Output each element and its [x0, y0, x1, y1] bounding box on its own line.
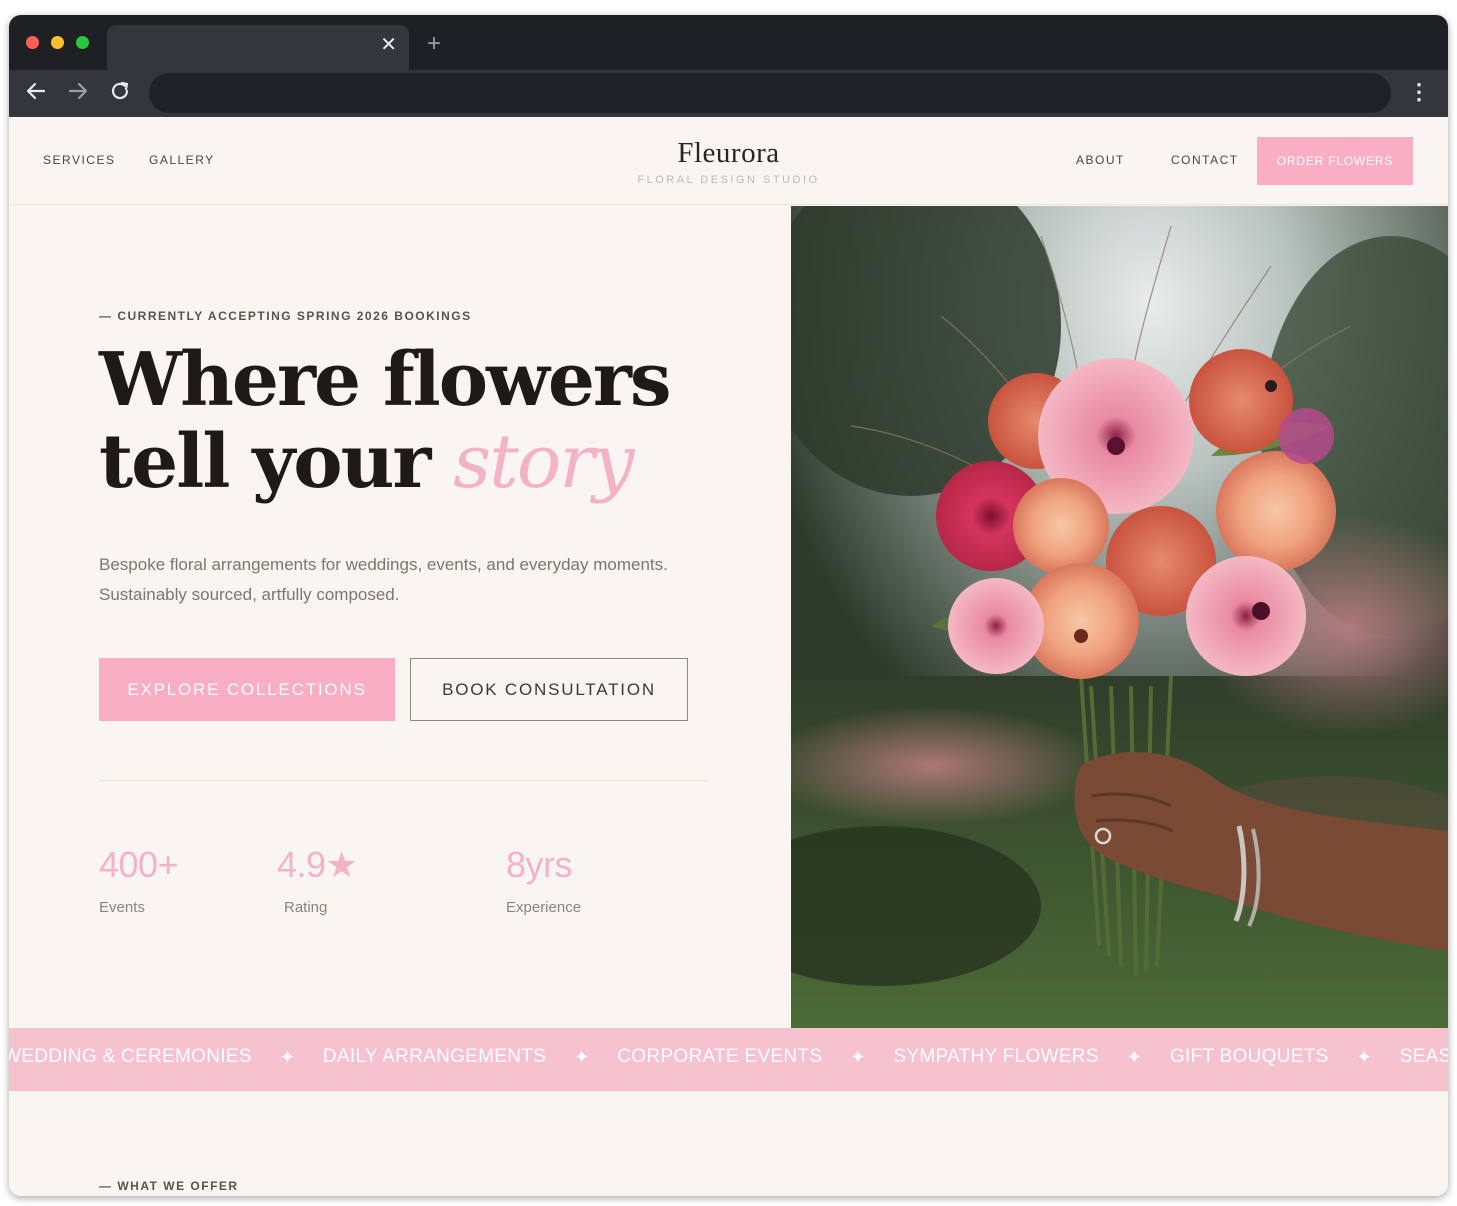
marquee-item: GIFT BOUQUETS — [1169, 1046, 1329, 1067]
headline-line-2: tell your — [99, 419, 454, 505]
hero-divider — [99, 780, 708, 781]
sparkle-icon: ✦ — [1126, 1046, 1142, 1067]
marquee-item: SYMPATHY FLOWERS — [893, 1046, 1099, 1067]
sparkle-icon: ✦ — [850, 1046, 866, 1067]
stat-rating: 4.9★ Rating — [277, 844, 358, 917]
stat-label: Events — [99, 899, 145, 916]
hero-description: Bespoke floral arrangements for weddings… — [99, 555, 668, 604]
website: SERVICES GALLERY Fleurora FLORAL DESIGN … — [9, 117, 1448, 1196]
marquee-item: SEASON — [1399, 1046, 1448, 1067]
stat-value: 400+ — [99, 844, 179, 885]
nav-contact-link[interactable]: CONTACT — [1171, 153, 1239, 167]
logo-tagline: FLORAL DESIGN STUDIO — [637, 174, 820, 186]
hero-eyebrow: — CURRENTLY ACCEPTING SPRING 2026 BOOKIN… — [99, 309, 472, 323]
nav-about-link[interactable]: ABOUT — [1076, 153, 1125, 167]
browser-window: ✕ + ⋮ SERVICES GALLERY Fleurora FLORAL D… — [9, 15, 1448, 1196]
sparkle-icon: ✦ — [574, 1046, 590, 1067]
offer-eyebrow: — WHAT WE OFFER — [99, 1179, 239, 1193]
sparkle-icon: ✦ — [279, 1046, 295, 1067]
hero-headline: Where flowers tell your story — [99, 339, 739, 503]
stat-experience: 8yrs Experience — [506, 844, 582, 917]
stat-value: 4.9★ — [277, 844, 358, 885]
site-header: SERVICES GALLERY Fleurora FLORAL DESIGN … — [9, 117, 1448, 205]
back-icon[interactable] — [25, 80, 47, 107]
stat-events: 400+ Events — [99, 844, 179, 917]
book-consultation-button[interactable]: BOOK CONSULTATION — [410, 658, 688, 721]
close-tab-icon[interactable]: ✕ — [380, 35, 397, 55]
marquee-item: WEDDING & CEREMONIES — [9, 1046, 252, 1067]
marquee-item: DAILY ARRANGEMENTS — [322, 1046, 547, 1067]
address-bar[interactable] — [149, 73, 1391, 113]
forward-icon[interactable] — [67, 80, 89, 107]
services-marquee: WEDDING & CEREMONIES ✦ DAILY ARRANGEMENT… — [9, 1028, 1448, 1091]
browser-toolbar: ⋮ — [9, 70, 1448, 117]
tab-bar: ✕ + — [9, 15, 1448, 70]
marquee-track: WEDDING & CEREMONIES ✦ DAILY ARRANGEMENT… — [9, 1046, 1448, 1068]
browser-menu-icon[interactable]: ⋮ — [1408, 80, 1430, 104]
maximize-window-icon[interactable] — [76, 36, 89, 49]
stat-value: 8yrs — [506, 844, 573, 885]
new-tab-icon[interactable]: + — [427, 32, 441, 56]
stat-label: Rating — [284, 899, 328, 916]
headline-line-1: Where flowers — [99, 337, 672, 423]
sparkle-icon: ✦ — [1356, 1046, 1372, 1067]
minimize-window-icon[interactable] — [51, 36, 64, 49]
browser-tab[interactable]: ✕ — [107, 25, 409, 70]
close-window-icon[interactable] — [26, 36, 39, 49]
reload-icon[interactable] — [109, 80, 131, 107]
headline-accent: story — [453, 419, 634, 505]
marquee-item: CORPORATE EVENTS — [617, 1046, 823, 1067]
stat-label: Experience — [506, 899, 582, 916]
hero-bouquet-image — [791, 206, 1448, 1028]
order-flowers-button[interactable]: ORDER FLOWERS — [1257, 137, 1413, 185]
explore-collections-button[interactable]: EXPLORE COLLECTIONS — [99, 658, 395, 721]
